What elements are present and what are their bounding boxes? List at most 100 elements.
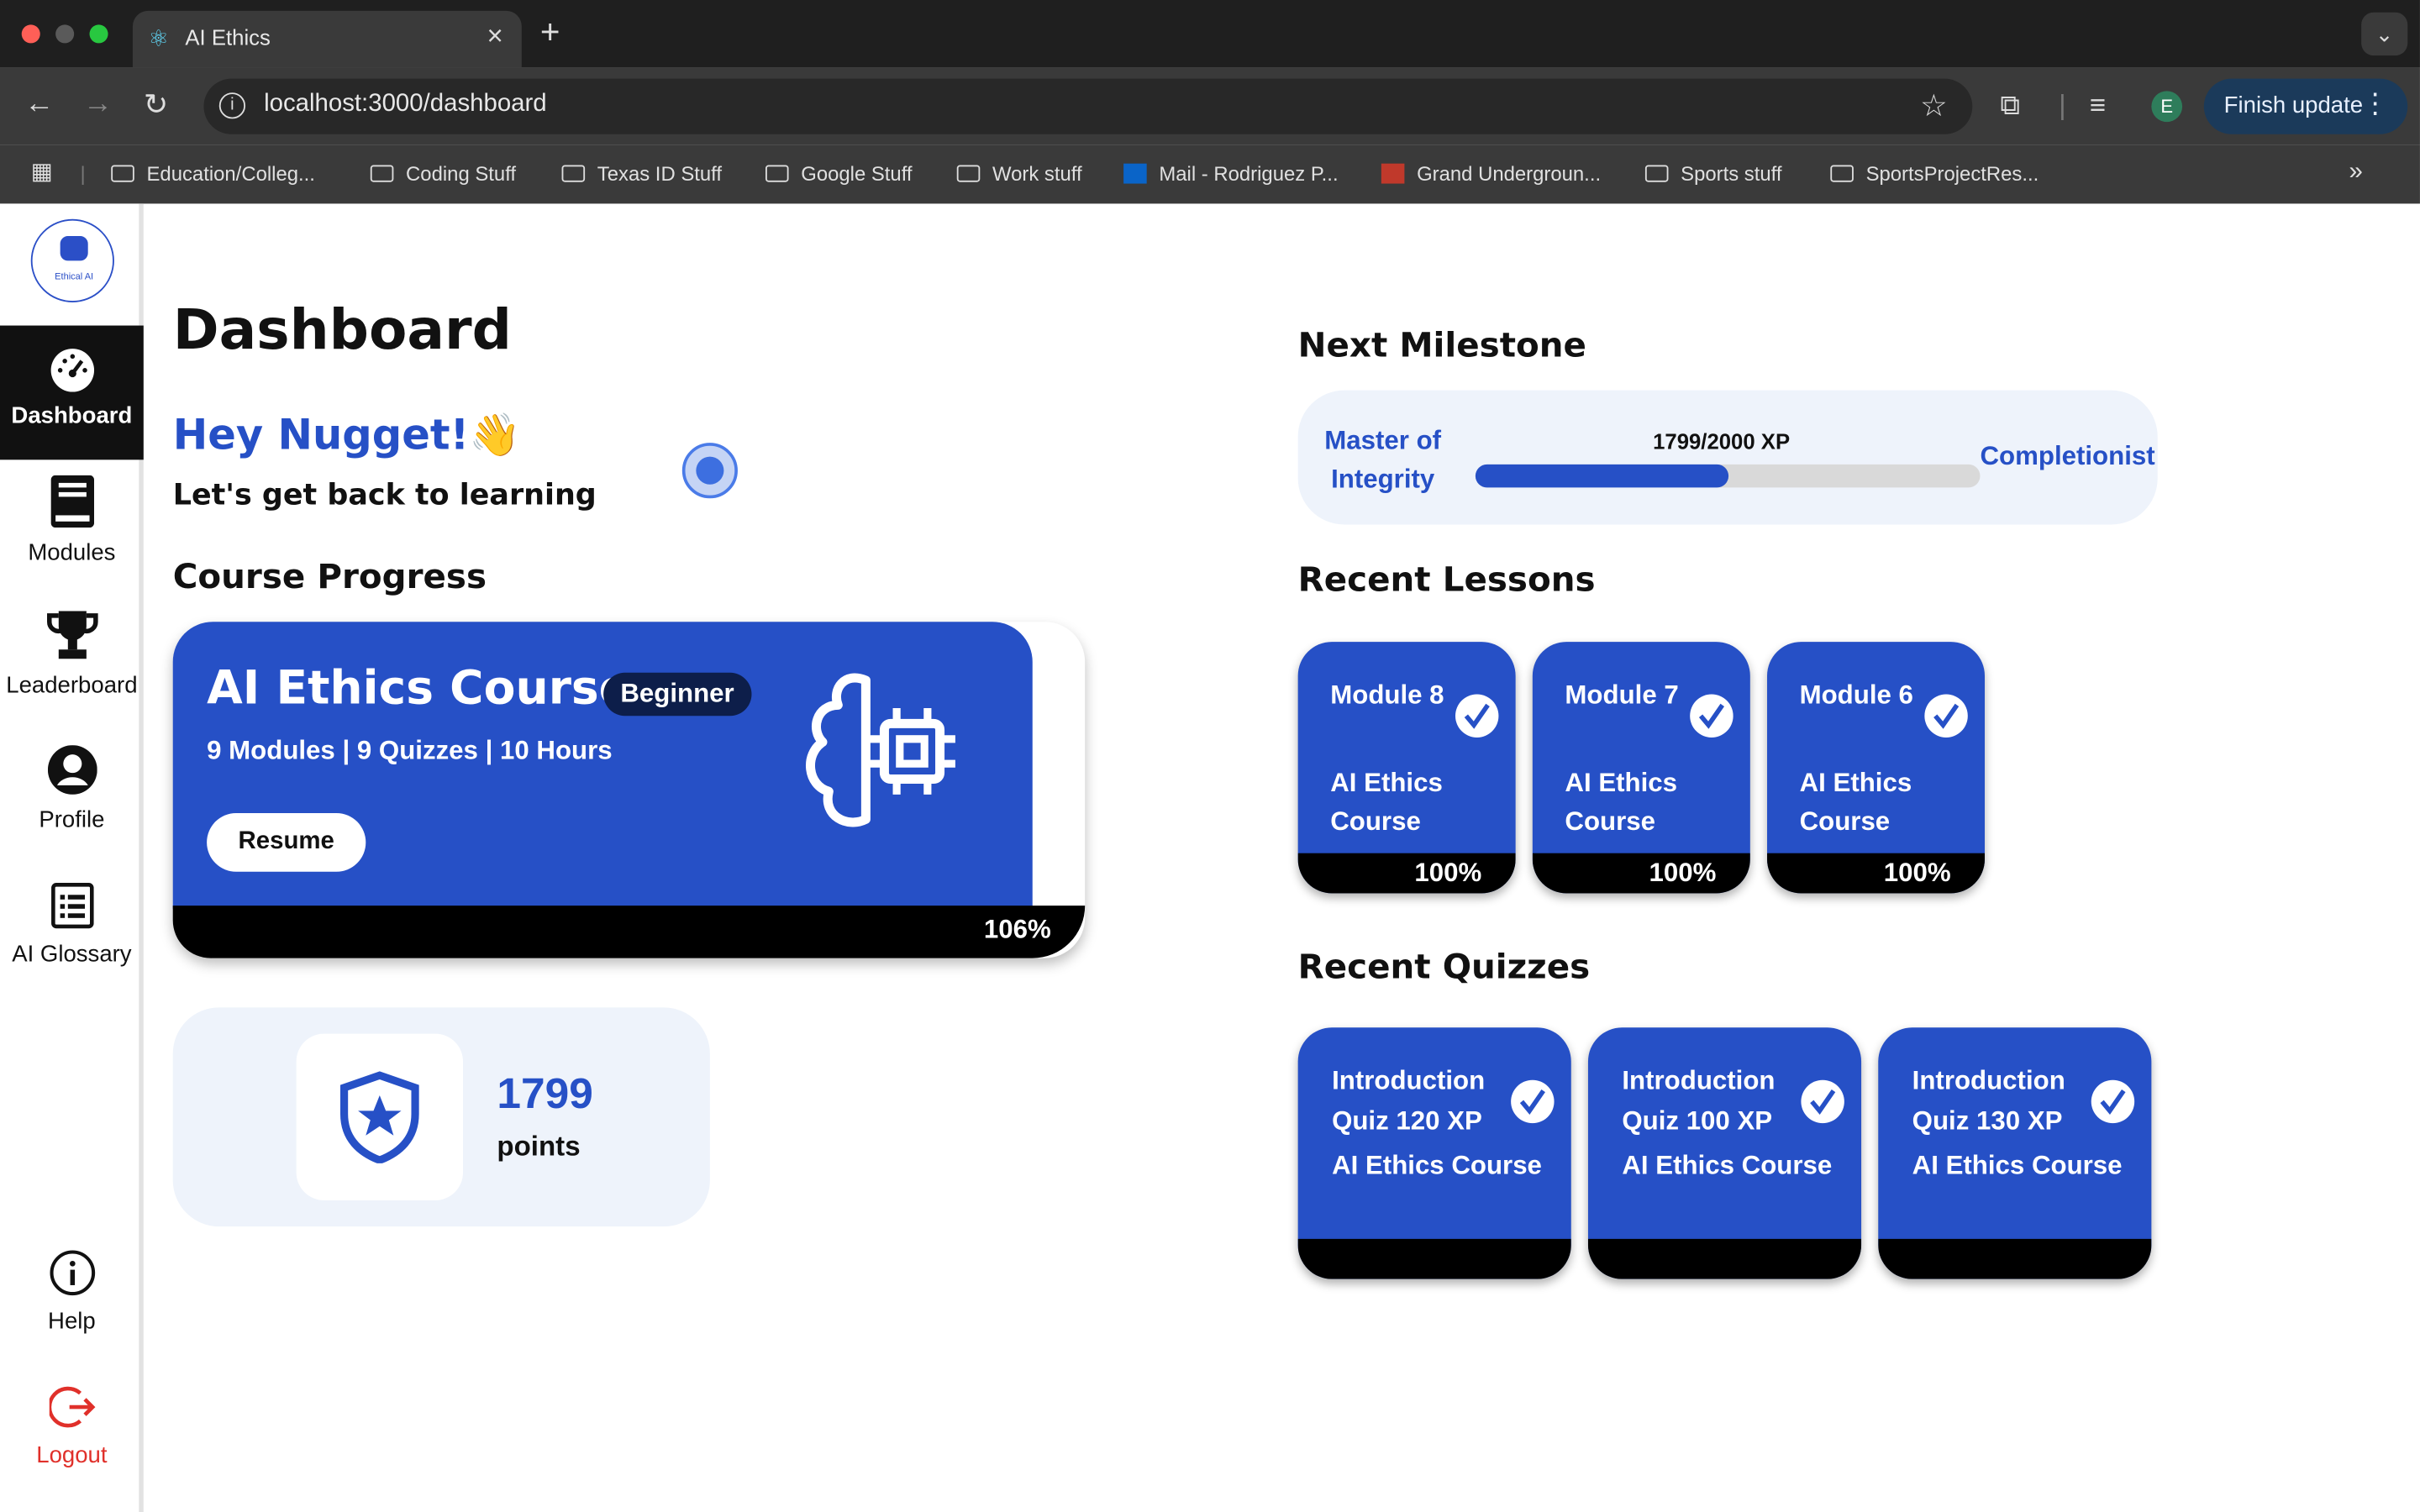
lesson-module: Module 7 <box>1565 680 1679 710</box>
forward-icon[interactable]: → <box>83 88 113 122</box>
bookmark-item[interactable]: Sports stuff <box>1644 162 1781 185</box>
quiz-card[interactable]: Introduction Quiz 130 XP AI Ethics Cours… <box>1878 1027 2152 1279</box>
course-title: AI Ethics Course <box>207 661 631 717</box>
finish-update-button[interactable]: Finish update ⋮ <box>2203 78 2408 134</box>
lesson-card[interactable]: Module 7 AI Ethics Course 100% <box>1532 642 1750 894</box>
logout-button[interactable]: Logout <box>0 1384 144 1469</box>
back-icon[interactable]: ← <box>24 88 54 122</box>
more-menu-icon[interactable]: ⋮ <box>2361 88 2389 121</box>
level-badge: Beginner <box>603 672 751 717</box>
course-progress-heading: Course Progress <box>172 558 487 597</box>
lesson-progress-bar <box>1532 853 1750 894</box>
outlook-icon <box>1123 163 1147 184</box>
minimize-window-button[interactable] <box>55 24 75 44</box>
sidebar-item-help[interactable]: Help <box>0 1250 144 1335</box>
quiz-footer-bar <box>1587 1238 1862 1279</box>
folder-icon <box>956 165 981 182</box>
check-icon <box>1511 1079 1555 1124</box>
address-bar[interactable]: i localhost:3000/dashboard ☆ <box>203 78 1973 134</box>
close-tab-icon[interactable]: × <box>487 20 502 53</box>
sidebar-item-modules[interactable]: Modules <box>0 475 144 566</box>
bookmark-item[interactable]: Texas ID Stuff <box>561 162 722 185</box>
reload-icon[interactable]: ↻ <box>144 88 168 123</box>
folder-icon <box>765 165 789 182</box>
sidebar-item-leaderboard[interactable]: Leaderboard <box>0 611 144 699</box>
user-icon <box>47 745 97 795</box>
bookmark-item[interactable]: Google Stuff <box>765 162 913 185</box>
bookmark-item[interactable]: Work stuff <box>956 162 1082 185</box>
check-icon <box>1924 694 1968 738</box>
points-label: points <box>497 1131 581 1163</box>
finish-update-label: Finish update <box>2223 92 2364 119</box>
sidebar-item-label: Modules <box>28 539 116 567</box>
grand-underground-icon <box>1381 163 1405 184</box>
shield-star-icon <box>339 1071 419 1163</box>
lesson-course: AI Ethics Course <box>1565 768 1678 837</box>
main-content: Dashboard Hey Nugget!👋 Let's get back to… <box>148 203 2420 1512</box>
quiz-card[interactable]: Introduction Quiz 100 XP AI Ethics Cours… <box>1587 1027 1862 1279</box>
browser-toolbar: ← → ↻ i localhost:3000/dashboard ☆ ⧉ | ≡… <box>0 67 2420 145</box>
maximize-window-button[interactable] <box>89 24 108 44</box>
greeting: Hey Nugget!👋 <box>172 412 521 460</box>
quiz-footer-bar <box>1878 1238 2152 1279</box>
bookmarks-bar: ▦ | Education/Colleg... Coding Stuff Tex… <box>0 144 2420 204</box>
brain-chip-icon <box>806 673 955 827</box>
logo-text: Ethical AI <box>55 273 94 283</box>
browser-tab[interactable]: ⚛ AI Ethics × <box>132 10 522 68</box>
sidebar-item-profile[interactable]: Profile <box>0 745 144 833</box>
media-controls-icon[interactable]: ≡ <box>2090 90 2106 123</box>
app-logo[interactable]: Ethical AI <box>30 218 114 302</box>
lesson-progress: 100% <box>1649 858 1717 888</box>
quiz-card[interactable]: Introduction Quiz 120 XP AI Ethics Cours… <box>1297 1027 1571 1279</box>
quiz-footer-bar <box>1297 1238 1571 1279</box>
next-milestone-name: Completionist <box>1980 441 2155 471</box>
course-progress-percent: 106% <box>983 915 1051 945</box>
check-icon <box>1801 1079 1844 1124</box>
divider: | <box>2059 89 2066 121</box>
bookmark-item[interactable]: Mail - Rodriguez P... <box>1123 162 1339 185</box>
check-icon <box>1690 694 1733 738</box>
folder-icon <box>561 165 586 182</box>
bookmark-item[interactable]: Grand Undergroun... <box>1381 162 1601 185</box>
lesson-card[interactable]: Module 6 AI Ethics Course 100% <box>1767 642 1985 894</box>
page-title: Dashboard <box>172 299 512 363</box>
url-text: localhost:3000/dashboard <box>264 91 547 118</box>
lesson-progress: 100% <box>1883 858 1951 888</box>
milestone-xp: 1799/2000 XP <box>1653 428 1791 454</box>
milestone-progress-track <box>1475 464 1981 488</box>
extensions-icon[interactable]: ⧉ <box>2000 90 2020 123</box>
bookmark-item[interactable]: Coding Stuff <box>370 162 516 185</box>
sidebar-item-label: Logout <box>36 1442 108 1469</box>
cursor-indicator <box>681 443 738 499</box>
bookmark-star-icon[interactable]: ☆ <box>1920 87 1948 125</box>
folder-icon <box>1830 165 1854 182</box>
bookmark-item[interactable]: SportsProjectRes... <box>1830 162 2039 185</box>
milestone-card: Master of Integrity 1799/2000 XP Complet… <box>1297 390 2158 525</box>
folder-icon <box>370 165 394 182</box>
course-meta: 9 Modules | 9 Quizzes | 10 Hours <box>207 736 613 766</box>
resume-button[interactable]: Resume <box>207 812 366 872</box>
recent-lessons-heading: Recent Lessons <box>1297 561 1596 601</box>
sidebar-item-label: Leaderboard <box>6 672 138 700</box>
sidebar-item-dashboard[interactable]: Dashboard <box>0 325 144 460</box>
check-icon <box>1455 694 1499 738</box>
sidebar-item-glossary[interactable]: AI Glossary <box>0 883 144 968</box>
profile-avatar[interactable]: E <box>2151 91 2183 123</box>
lesson-progress-bar <box>1767 853 1985 894</box>
quiz-course: AI Ethics Course <box>1622 1151 1833 1181</box>
tab-search-button[interactable]: ⌄ <box>2361 12 2408 56</box>
bookmark-item[interactable]: Education/Colleg... <box>111 162 315 185</box>
new-tab-button[interactable]: + <box>540 13 560 53</box>
next-milestone-heading: Next Milestone <box>1297 327 1586 366</box>
site-info-icon[interactable]: i <box>218 92 246 119</box>
points-icon-box <box>296 1033 464 1200</box>
apps-grid-icon[interactable]: ▦ <box>31 157 53 185</box>
lesson-module: Module 6 <box>1799 680 1913 710</box>
course-card[interactable]: AI Ethics Course Beginner 9 Modules | 9 … <box>172 622 1086 958</box>
greeting-subtitle: Let's get back to learning <box>172 478 597 512</box>
browser-titlebar: ⚛ AI Ethics × + ⌄ <box>0 0 2420 68</box>
lesson-card[interactable]: Module 8 AI Ethics Course 100% <box>1297 642 1516 894</box>
more-bookmarks-icon[interactable]: » <box>2349 159 2362 186</box>
quiz-title: Introduction Quiz 120 XP <box>1332 1066 1486 1136</box>
close-window-button[interactable] <box>21 24 40 44</box>
